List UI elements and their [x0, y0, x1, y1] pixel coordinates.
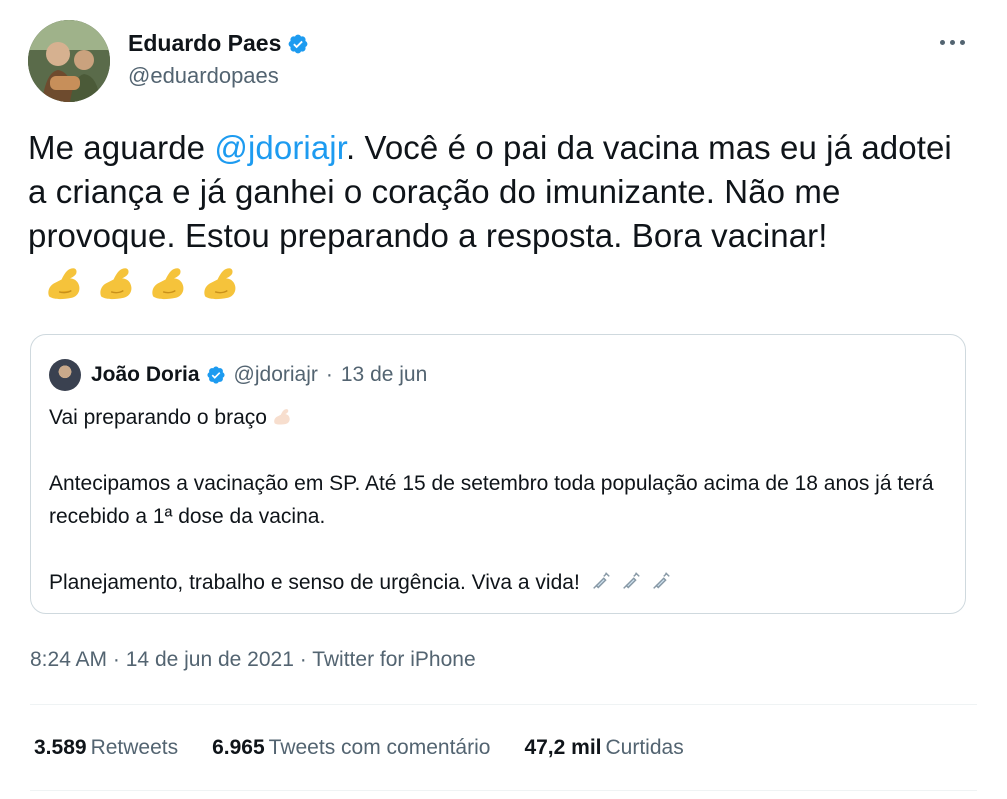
likes-label: Curtidas [605, 736, 684, 759]
quoted-author-handle: @jdoriajr [233, 363, 318, 386]
quoted-tweet[interactable]: João Doria @jdoriajr · 13 de jun Vai pre… [30, 334, 966, 614]
author-avatar[interactable] [28, 20, 110, 102]
tweet-timestamp: 8:24 AM · 14 de jun de 2021 · Twitter fo… [30, 648, 476, 672]
tweet-source[interactable]: Twitter for iPhone [312, 648, 475, 671]
divider [30, 790, 977, 791]
quoted-text: Planejamento, trabalho e senso de urgênc… [49, 571, 580, 594]
syringe-icon [650, 569, 672, 591]
syringe-icon [590, 569, 612, 591]
tweet-stats: 3.589 Retweets 6.965 Tweets com comentário… [34, 736, 684, 760]
divider [30, 704, 977, 705]
quote-tweets-count: 6.965 [212, 736, 265, 759]
tweet-card: Eduardo Paes @eduardopaes Me aguarde @jd… [0, 0, 1007, 799]
quote-tweets-label: Tweets com comentário [268, 736, 491, 759]
retweets-count: 3.589 [34, 736, 87, 759]
tweet-time[interactable]: 8:24 AM [30, 648, 107, 671]
quoted-separator: · [325, 363, 333, 386]
likes-stat[interactable]: 47,2 mil Curtidas [524, 736, 683, 760]
emoji-group [42, 260, 242, 304]
retweets-stat[interactable]: 3.589 Retweets [34, 736, 178, 760]
quoted-line: Planejamento, trabalho e senso de urgênc… [49, 566, 949, 599]
quoted-author-avatar [49, 359, 81, 391]
timestamp-separator: · [112, 648, 120, 671]
flexed-biceps-light-icon [271, 404, 293, 426]
author-display-name[interactable]: Eduardo Paes [128, 30, 281, 57]
tweet-text: Me aguarde @jdoriajr. Você é o pai da va… [28, 126, 978, 304]
mention-link[interactable]: @jdoriajr [214, 129, 346, 166]
syringe-icon [620, 569, 642, 591]
quoted-tweet-header: João Doria @jdoriajr · 13 de jun [49, 359, 427, 391]
tweet-text-part: Me aguarde [28, 129, 215, 166]
author-name-row[interactable]: Eduardo Paes [128, 30, 309, 57]
flexed-biceps-icon [198, 260, 242, 304]
tweet-date[interactable]: 14 de jun de 2021 [126, 648, 294, 671]
timestamp-separator: · [299, 648, 307, 671]
quoted-text: Vai preparando o braço [49, 406, 267, 429]
verified-badge-icon [287, 33, 309, 55]
likes-count: 47,2 mil [524, 736, 602, 759]
retweets-label: Retweets [90, 736, 179, 759]
more-options-icon[interactable] [939, 38, 965, 46]
flexed-biceps-icon [42, 260, 86, 304]
quoted-author-name: João Doria [91, 363, 200, 386]
author-handle[interactable]: @eduardopaes [128, 63, 279, 89]
quoted-date: 13 de jun [340, 363, 428, 386]
quoted-text: Antecipamos a vacinação em SP. Até 15 de… [49, 472, 934, 528]
quoted-tweet-body: Vai preparando o braço Antecipamos a vac… [49, 401, 949, 599]
quote-tweets-stat[interactable]: 6.965 Tweets com comentário [212, 736, 490, 760]
flexed-biceps-icon [146, 260, 190, 304]
quoted-line: Vai preparando o braço [49, 401, 949, 434]
flexed-biceps-icon [94, 260, 138, 304]
verified-badge-icon [206, 365, 226, 385]
